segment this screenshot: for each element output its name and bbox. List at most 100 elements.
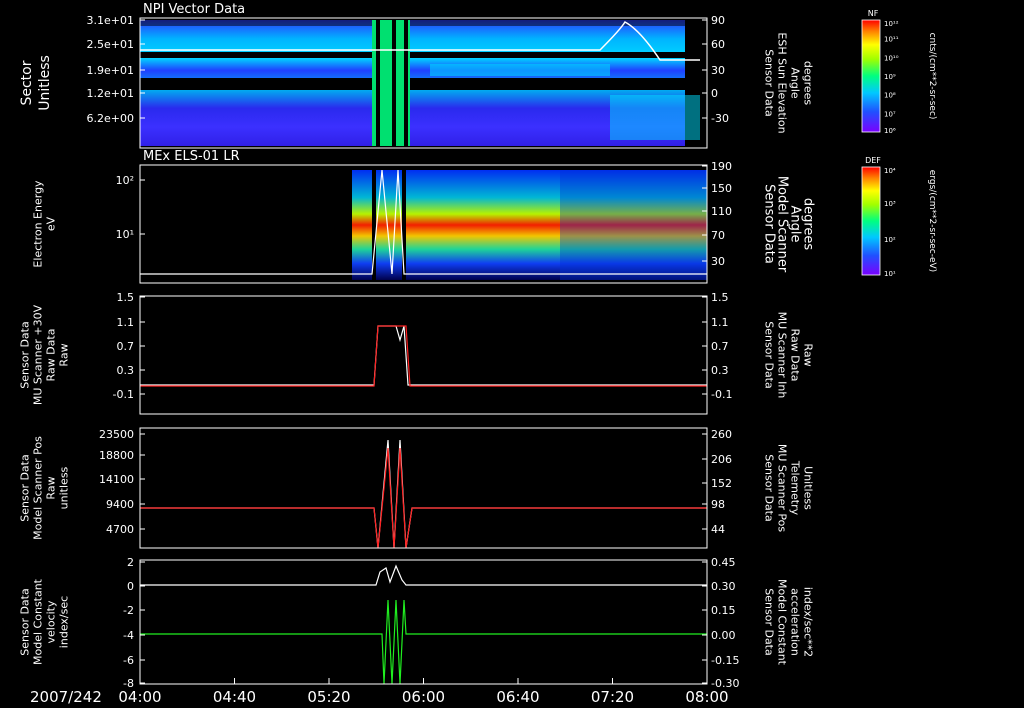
right-tick-label: 30 — [711, 64, 725, 77]
right-axis-title: Telemetry — [789, 460, 802, 516]
left-tick-label: -6 — [123, 654, 134, 667]
velocity-plot-frame — [139, 559, 708, 685]
x-tick-label: 05:20 — [307, 688, 350, 706]
panel-els: MEx ELS-01 LR — [139, 149, 708, 284]
mu-raw-white-line — [140, 325, 707, 386]
right-axis-title: Sensor Data — [763, 454, 776, 521]
colorbar-els-units: ergs/(cm**2-sr-sec-eV) — [927, 170, 937, 272]
right-tick-label: -30 — [711, 112, 729, 125]
left-tick-label: 6.2e+00 — [87, 112, 134, 125]
left-tick-label: 4700 — [106, 523, 134, 536]
right-axis-title: acceleration — [789, 588, 802, 656]
colorbar-npi-bottom-label: 10⁶ — [884, 127, 896, 135]
panel-title-els: MEx ELS-01 LR — [143, 149, 240, 164]
right-axis-title: Sensor Data — [763, 321, 776, 388]
right-tick-label: 98 — [711, 498, 725, 511]
left-tick-label: 10² — [116, 174, 134, 187]
right-axis-title: MU Scanner Pos — [776, 444, 789, 533]
colorbar-els-top-label: 10⁴ — [884, 167, 896, 175]
right-tick-label: -0.15 — [711, 654, 739, 667]
panel-velocity — [139, 559, 708, 685]
left-axis-title: Sensor Data — [19, 588, 32, 655]
left-tick-label: 9400 — [106, 498, 134, 511]
left-tick-label: 1.1 — [117, 316, 135, 329]
els-spectrogram — [352, 170, 707, 280]
right-axis-title: degrees — [802, 61, 815, 106]
right-tick-label: 1.5 — [711, 291, 729, 304]
left-axis-title: eV — [45, 216, 58, 231]
right-tick-label: 0 — [711, 87, 718, 100]
mu-raw-red-line — [140, 325, 707, 387]
right-axis-title: MU Scanner Inh — [776, 312, 789, 399]
left-tick-label: 2 — [127, 556, 134, 569]
left-axis-title: Raw — [58, 343, 71, 366]
left-tick-label: -4 — [123, 629, 134, 642]
right-axis-title: Unitless — [802, 466, 815, 510]
right-tick-label: 1.1 — [711, 316, 729, 329]
left-tick-label: 10¹ — [116, 228, 134, 241]
right-tick-label: 30 — [711, 255, 725, 268]
right-tick-label: 44 — [711, 523, 725, 536]
colorbar-npi-tick: 10⁷ — [884, 110, 896, 118]
right-axis-title: index/sec**2 — [802, 587, 815, 657]
left-tick-label: 23500 — [99, 428, 134, 441]
left-axis-title: unitless — [58, 466, 71, 509]
acceleration-green-line — [140, 599, 707, 685]
left-axis-title: Raw — [45, 476, 58, 499]
colorbar-npi-tick: 10⁸ — [884, 92, 896, 100]
left-tick-label: -2 — [123, 604, 134, 617]
right-axis-title: ESH Sun Elevation — [776, 32, 789, 133]
right-tick-label: 150 — [711, 182, 732, 195]
scanner-pos-plot-frame — [139, 427, 708, 549]
colorbar-els — [861, 166, 881, 276]
right-tick-label: 0.45 — [711, 556, 736, 569]
right-tick-label: 0.30 — [711, 580, 736, 593]
x-tick-label: 04:40 — [213, 688, 256, 706]
right-axis-title: Angle — [789, 67, 802, 99]
left-tick-label: 14100 — [99, 473, 134, 486]
right-axis-title: Sensor Data — [762, 184, 777, 264]
velocity-white-line — [140, 564, 707, 586]
panel-npi: NPI Vector Data — [139, 2, 708, 149]
left-axis-title: Model Constant — [32, 578, 45, 665]
right-axis-title: Model Scanner — [775, 176, 790, 273]
right-tick-label: 0.3 — [711, 364, 729, 377]
mu-raw-plot-frame — [139, 295, 708, 415]
left-tick-label: 1.9e+01 — [87, 64, 134, 77]
right-axis-title: degrees — [801, 198, 816, 251]
npi-spectrogram — [140, 20, 700, 146]
left-tick-label: 0 — [127, 580, 134, 593]
colorbar-els-name: DEF — [865, 156, 881, 165]
x-tick-label: 07:20 — [591, 688, 634, 706]
left-axis-title: Model Scanner Pos — [32, 436, 45, 540]
left-axis-title: Unitless — [37, 55, 53, 111]
left-axis-title: velocity — [45, 600, 58, 643]
date-label: 2007/242 — [30, 688, 102, 706]
left-tick-label: 1.2e+01 — [87, 87, 134, 100]
left-axis-title: Sector — [19, 60, 35, 105]
colorbar-npi-tick: 10⁹ — [884, 73, 896, 81]
colorbar-npi — [861, 19, 881, 133]
right-tick-label: 90 — [711, 14, 725, 27]
colorbar-npi-top-label: 10¹² — [884, 20, 899, 28]
right-tick-label: 0.00 — [711, 629, 736, 642]
left-axis-title: index/sec — [58, 596, 71, 648]
left-tick-label: 2.5e+01 — [87, 38, 134, 51]
colorbar-els-tick: 10³ — [884, 200, 896, 208]
right-axis-title: Raw Data — [789, 329, 802, 382]
left-axis-title: Raw Data — [45, 329, 58, 382]
right-tick-label: 0.15 — [711, 604, 736, 617]
panel-mu-raw — [139, 295, 708, 415]
colorbar-els-bottom-label: 10¹ — [884, 270, 896, 278]
colorbar-npi-tick: 10¹⁰ — [884, 54, 899, 62]
left-axis-title: Sensor Data — [19, 321, 32, 388]
colorbar-els-tick: 10² — [884, 236, 896, 244]
colorbar-npi-tick: 10¹¹ — [884, 36, 899, 44]
left-tick-label: -0.1 — [113, 388, 134, 401]
right-axis-title: Sensor Data — [763, 588, 776, 655]
right-axis-title: Angle — [788, 206, 803, 243]
left-axis-title: Sensor Data — [19, 454, 32, 521]
right-tick-label: 190 — [711, 160, 732, 173]
x-tick-label: 06:40 — [496, 688, 539, 706]
left-axis-title: MU Scanner +30V — [32, 304, 45, 405]
